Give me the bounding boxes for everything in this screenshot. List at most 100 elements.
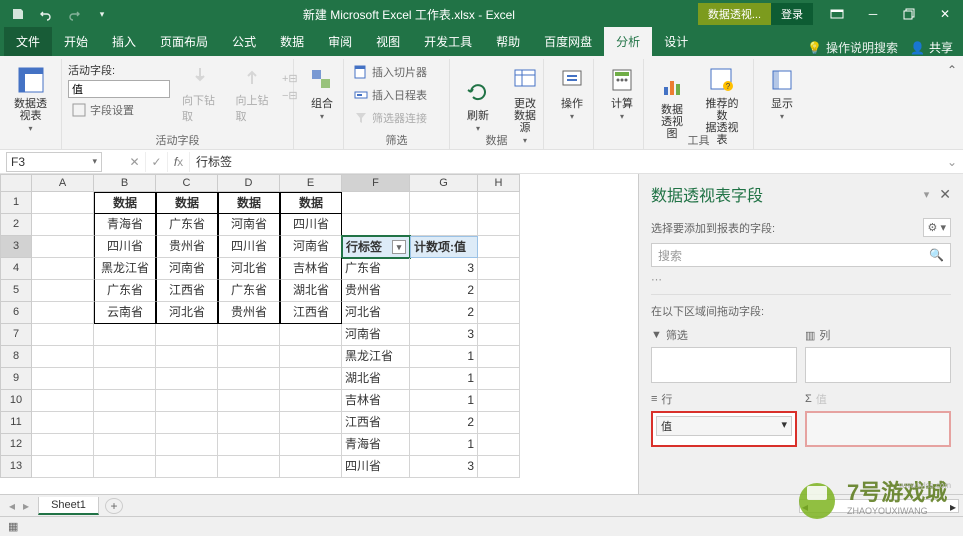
row-header[interactable]: 3: [0, 236, 32, 258]
col-header[interactable]: A: [32, 174, 94, 192]
cell[interactable]: [218, 434, 280, 456]
cell[interactable]: [478, 258, 520, 280]
cell[interactable]: 2: [410, 302, 478, 324]
cell[interactable]: [218, 456, 280, 478]
refresh-button[interactable]: 刷新 ▾: [456, 74, 500, 135]
cell[interactable]: [218, 368, 280, 390]
cell[interactable]: [410, 192, 478, 214]
cell[interactable]: [156, 434, 218, 456]
cell[interactable]: [94, 346, 156, 368]
cell[interactable]: 四川省: [94, 236, 156, 258]
rows-drop-area[interactable]: 值▾: [651, 411, 797, 447]
cell[interactable]: [32, 412, 94, 434]
ribbon-options-icon[interactable]: [819, 0, 855, 28]
cell[interactable]: [478, 412, 520, 434]
tab-file[interactable]: 文件: [4, 27, 52, 56]
fx-button[interactable]: fx: [168, 152, 190, 172]
cell[interactable]: 贵州省: [156, 236, 218, 258]
col-header[interactable]: C: [156, 174, 218, 192]
columns-drop-area[interactable]: [805, 347, 951, 383]
cell[interactable]: [478, 368, 520, 390]
row-header[interactable]: 11: [0, 412, 32, 434]
cell[interactable]: 江西省: [156, 280, 218, 302]
tab-nav[interactable]: ◂▸: [0, 499, 38, 513]
row-header[interactable]: 10: [0, 390, 32, 412]
cell[interactable]: [32, 434, 94, 456]
row-header[interactable]: 9: [0, 368, 32, 390]
cell[interactable]: 河北省: [218, 258, 280, 280]
cell[interactable]: 数据: [280, 192, 342, 214]
cell[interactable]: [478, 236, 520, 258]
cell[interactable]: [280, 412, 342, 434]
select-all-corner[interactable]: [0, 174, 32, 192]
values-drop-area[interactable]: [805, 411, 951, 447]
tab-layout[interactable]: 页面布局: [148, 27, 220, 56]
cell[interactable]: 四川省: [218, 236, 280, 258]
calc-button[interactable]: 计算 ▾: [600, 62, 644, 123]
field-list[interactable]: ⋯: [651, 267, 951, 295]
cell[interactable]: 广东省: [94, 280, 156, 302]
cell[interactable]: 江西省: [280, 302, 342, 324]
cell[interactable]: [32, 390, 94, 412]
cell[interactable]: 数据: [156, 192, 218, 214]
cell[interactable]: 河南省: [156, 258, 218, 280]
cell[interactable]: [280, 368, 342, 390]
cell[interactable]: [280, 434, 342, 456]
close-button[interactable]: ✕: [927, 0, 963, 28]
fieldpane-tools-button[interactable]: ⚙ ▾: [923, 218, 951, 237]
cell[interactable]: [478, 324, 520, 346]
cell[interactable]: [32, 192, 94, 214]
cell[interactable]: 数据: [218, 192, 280, 214]
login-button[interactable]: 登录: [771, 3, 813, 25]
cell[interactable]: [218, 412, 280, 434]
cell[interactable]: 广东省: [218, 280, 280, 302]
pivottable-button[interactable]: 数据透 视表 ▾: [6, 62, 55, 135]
cell[interactable]: 数据: [94, 192, 156, 214]
col-header[interactable]: B: [94, 174, 156, 192]
cell[interactable]: [218, 346, 280, 368]
row-field-item[interactable]: 值▾: [656, 416, 792, 436]
tab-review[interactable]: 审阅: [316, 27, 364, 56]
row-header[interactable]: 13: [0, 456, 32, 478]
cell[interactable]: 四川省: [280, 214, 342, 236]
restore-button[interactable]: [891, 0, 927, 28]
cell[interactable]: 2: [410, 280, 478, 302]
row-header[interactable]: 1: [0, 192, 32, 214]
row-header[interactable]: 2: [0, 214, 32, 236]
save-button[interactable]: [6, 3, 30, 25]
cell[interactable]: [156, 456, 218, 478]
row-header[interactable]: 12: [0, 434, 32, 456]
cell[interactable]: 3: [410, 258, 478, 280]
pivot-filter-dropdown[interactable]: ▾: [392, 240, 406, 254]
tab-help[interactable]: 帮助: [484, 27, 532, 56]
cell[interactable]: 湖北省: [280, 280, 342, 302]
cell[interactable]: [94, 456, 156, 478]
cell[interactable]: [280, 390, 342, 412]
name-box[interactable]: F3 ▾: [6, 152, 102, 172]
cell[interactable]: 黑龙江省: [94, 258, 156, 280]
cell[interactable]: [94, 412, 156, 434]
cell[interactable]: 贵州省: [218, 302, 280, 324]
cell[interactable]: [156, 390, 218, 412]
cell[interactable]: 3: [410, 456, 478, 478]
cell[interactable]: 青海省: [94, 214, 156, 236]
show-button[interactable]: 显示 ▾: [760, 62, 804, 123]
cell[interactable]: 河南省: [280, 236, 342, 258]
cell[interactable]: 1: [410, 434, 478, 456]
cell[interactable]: 河北省: [156, 302, 218, 324]
sheet-tab[interactable]: Sheet1: [38, 497, 99, 515]
actions-button[interactable]: 操作 ▾: [550, 62, 594, 123]
cell[interactable]: [478, 192, 520, 214]
cell[interactable]: [280, 346, 342, 368]
cell[interactable]: [32, 302, 94, 324]
share-button[interactable]: 👤共享: [910, 39, 953, 56]
filter-drop-area[interactable]: [651, 347, 797, 383]
cell[interactable]: 青海省: [342, 434, 410, 456]
cell[interactable]: 云南省: [94, 302, 156, 324]
cell[interactable]: [478, 214, 520, 236]
cell[interactable]: [478, 434, 520, 456]
cell[interactable]: [342, 192, 410, 214]
tab-data[interactable]: 数据: [268, 27, 316, 56]
col-header[interactable]: F: [342, 174, 410, 192]
cell[interactable]: [218, 324, 280, 346]
